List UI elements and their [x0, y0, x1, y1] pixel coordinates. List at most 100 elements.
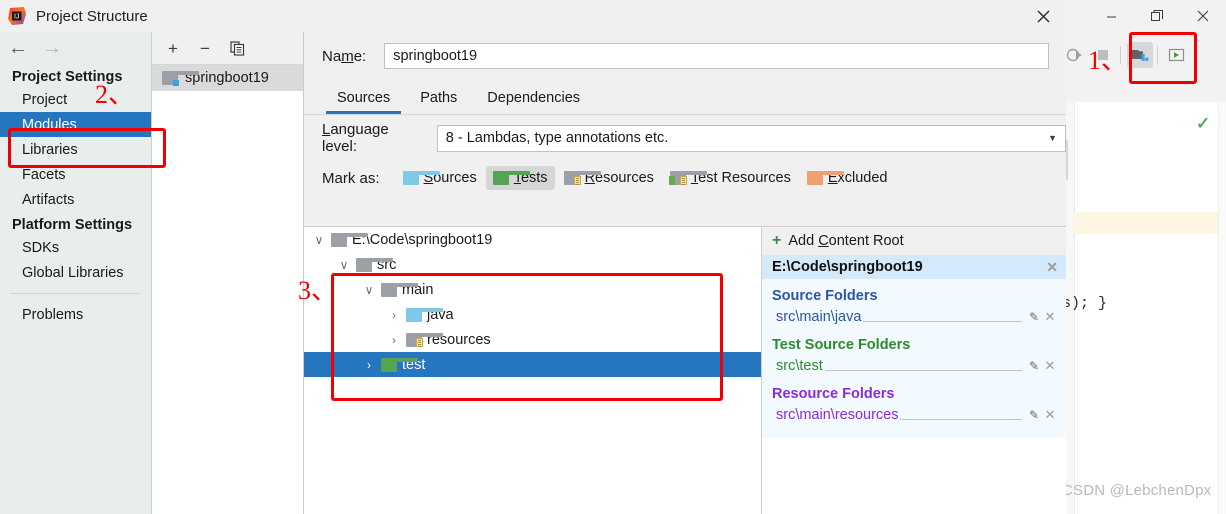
sidebar-item-libraries[interactable]: Libraries — [0, 137, 151, 162]
folder-tests-icon — [492, 171, 530, 185]
window-restore-button[interactable] — [1134, 1, 1180, 32]
chevron-right-icon[interactable]: › — [362, 358, 376, 372]
folder-sources-icon — [402, 171, 440, 185]
resource-folders-title: Resource Folders — [772, 386, 895, 402]
content-root-header[interactable]: E:\Code\springboot19 ✕ — [762, 255, 1066, 279]
remove-folder-icon[interactable]: ✕ — [1042, 407, 1058, 423]
run-icon[interactable] — [1164, 42, 1190, 68]
remove-module-button[interactable]: − — [196, 39, 214, 57]
source-folder-row[interactable]: src\main\java ✎ ✕ — [762, 306, 1066, 328]
plus-icon: + — [772, 232, 782, 249]
remove-folder-icon[interactable]: ✕ — [1042, 309, 1058, 325]
sidebar-item-sdks[interactable]: SDKs — [0, 235, 151, 260]
sidebar-item-label: Modules — [22, 116, 77, 133]
folder-path: src\test — [776, 358, 823, 374]
sidebar-item-global-libraries[interactable]: Global Libraries — [0, 260, 151, 285]
chevron-right-icon[interactable]: › — [387, 308, 401, 322]
sidebar-item-label: Global Libraries — [22, 264, 124, 281]
add-content-root-button[interactable]: + Add Content Root — [762, 227, 1066, 255]
mark-as-test-resources-button[interactable]: Test Resources — [663, 166, 798, 190]
toolbar-divider — [1120, 46, 1121, 64]
test-source-folder-row[interactable]: src\test ✎ ✕ — [762, 355, 1066, 377]
tab-paths[interactable]: Paths — [405, 82, 472, 114]
tree-row[interactable]: › java — [304, 302, 761, 327]
sidebar-item-label: Problems — [22, 306, 84, 323]
name-label-pre: Na — [322, 47, 342, 65]
project-structure-icon[interactable] — [1127, 42, 1153, 68]
language-level-label: Language level: — [322, 121, 425, 155]
window-minimize-button[interactable] — [1088, 1, 1134, 32]
post: ontent Root — [828, 233, 904, 249]
chevron-down-icon[interactable]: ∨ — [362, 283, 376, 297]
sidebar-item-problems[interactable]: Problems — [0, 302, 151, 327]
folder-path: src\main\resources — [776, 407, 899, 423]
edit-pencil-icon[interactable]: ✎ — [1026, 359, 1042, 373]
label-rest: ources — [433, 170, 477, 186]
arrow-right-icon[interactable]: → — [38, 35, 66, 61]
sidebar-item-modules[interactable]: Modules — [0, 112, 151, 137]
chevron-down-icon[interactable]: ∨ — [337, 258, 351, 272]
remove-content-root-icon[interactable]: ✕ — [1046, 260, 1058, 274]
mark-as-sources-button[interactable]: Sources — [396, 166, 484, 190]
module-name-input[interactable] — [384, 43, 1050, 69]
mark-as-tests-button[interactable]: Tests — [485, 166, 555, 190]
copy-icon[interactable] — [228, 39, 246, 57]
tree-row[interactable]: ∨ main — [304, 277, 761, 302]
stop-icon[interactable] — [1090, 42, 1116, 68]
resource-folder-row[interactable]: src\main\resources ✎ ✕ — [762, 404, 1066, 426]
sidebar-navigation: ← → — [0, 32, 151, 64]
mark-as-excluded-button[interactable]: Excluded — [800, 166, 895, 190]
folder-gray-icon — [356, 257, 393, 272]
chevron-down-icon[interactable]: ∨ — [312, 233, 326, 247]
module-name-row: Name: — [304, 32, 1066, 80]
tab-sources[interactable]: Sources — [322, 82, 405, 114]
dialog-titlebar: IJ Project Structure — [0, 0, 1066, 32]
edit-pencil-icon[interactable]: ✎ — [1026, 310, 1042, 324]
svg-text:IJ: IJ — [14, 14, 19, 21]
add-content-root-label: Add Content Root — [788, 233, 903, 249]
tree-row[interactable]: ∨ E:\Code\springboot19 — [304, 227, 761, 252]
edit-pencil-icon[interactable]: ✎ — [1026, 408, 1042, 422]
tab-dependencies[interactable]: Dependencies — [472, 82, 595, 114]
chevron-right-icon[interactable]: › — [387, 333, 401, 347]
remove-folder-icon[interactable]: ✕ — [1042, 358, 1058, 374]
path-underline — [863, 309, 1022, 322]
language-level-select[interactable]: 8 - Lambdas, type annotations etc. ▼ — [436, 124, 1066, 152]
sidebar-item-label: Project — [22, 91, 68, 108]
arrow-left-icon[interactable]: ← — [4, 35, 32, 61]
sidebar-item-facets[interactable]: Facets — [0, 162, 151, 187]
mark-as-resources-button[interactable]: Resources — [557, 166, 661, 190]
tree-row[interactable]: › resources — [304, 327, 761, 352]
tree-row[interactable]: ∨ src — [304, 252, 761, 277]
sidebar-item-project[interactable]: Project — [0, 87, 151, 112]
label-rest: esources — [595, 170, 654, 186]
ide-window-titlebar — [1060, 0, 1226, 33]
chevron-down-icon: ▼ — [1048, 133, 1057, 143]
pre: Add — [788, 233, 819, 249]
sidebar-item-label: Artifacts — [22, 191, 75, 208]
language-level-row: Language level: 8 - Lambdas, type annota… — [304, 115, 1066, 161]
add-module-button[interactable]: + — [164, 39, 182, 57]
modules-toolbar: + − — [152, 32, 303, 65]
checkmark-icon: ✓ — [1196, 114, 1211, 133]
dialog-close-button[interactable] — [1020, 0, 1066, 32]
language-level-label-post: anguage level: — [322, 121, 389, 155]
mnemonic: C — [818, 233, 829, 249]
tab-label: Dependencies — [487, 90, 581, 106]
folder-resources-icon — [406, 332, 443, 347]
content-root-block: E:\Code\springboot19 ✕ Source Folders sr… — [762, 255, 1066, 438]
module-name-label: Name: — [322, 48, 366, 65]
module-list-item-springboot19[interactable]: springboot19 — [152, 65, 303, 91]
tree-row-label: E:\Code\springboot19 — [352, 231, 493, 248]
tree-row[interactable]: › test — [304, 352, 761, 377]
language-level-value: 8 - Lambdas, type annotations etc. — [445, 130, 669, 146]
watermark: CSDN @LebchenDpx — [1062, 482, 1212, 499]
dialog-title: Project Structure — [36, 7, 148, 25]
sidebar-item-artifacts[interactable]: Artifacts — [0, 187, 151, 212]
sources-split-pane: ∨ E:\Code\springboot19 ∨ src ∨ main › ja… — [304, 226, 1066, 514]
editor-highlighted-line — [1074, 212, 1226, 234]
sidebar-group-platform-settings: Platform Settings — [12, 217, 133, 233]
window-close-button[interactable] — [1180, 1, 1226, 32]
module-tabs: Sources Paths Dependencies — [304, 80, 1066, 115]
source-tree-pane: ∨ E:\Code\springboot19 ∨ src ∨ main › ja… — [304, 226, 762, 514]
